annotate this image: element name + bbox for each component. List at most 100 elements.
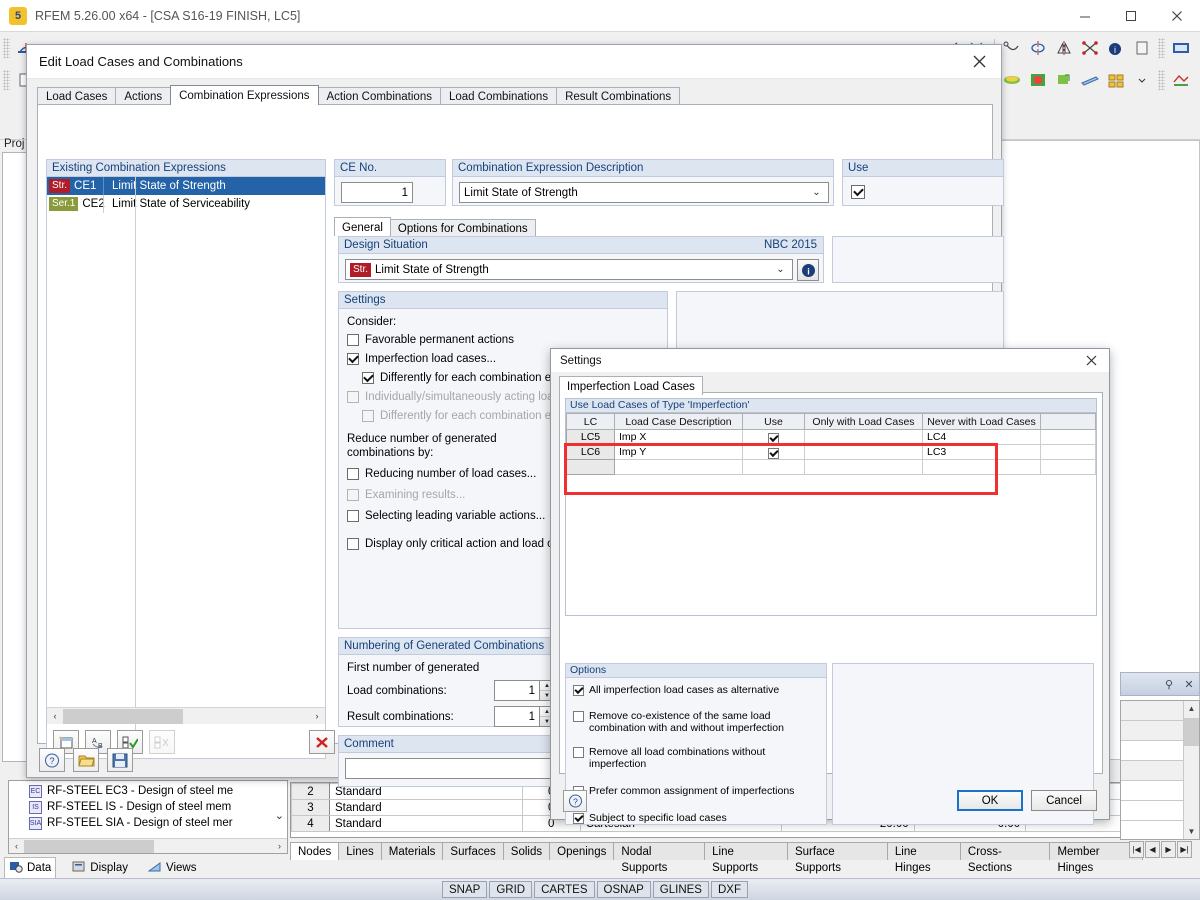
col-load-case-description[interactable]: Load Case Description bbox=[615, 414, 743, 430]
tree-item-1[interactable]: IS RF-STEEL IS - Design of steel mem bbox=[9, 799, 287, 815]
checkbox-box[interactable] bbox=[347, 538, 359, 550]
checkbox-box[interactable] bbox=[362, 372, 374, 384]
scroll-down-icon[interactable]: ▼ bbox=[1184, 824, 1199, 839]
datatab-surface-supports[interactable]: Surface Supports bbox=[787, 842, 888, 860]
row-type[interactable]: Standard bbox=[330, 800, 523, 816]
curve-node-icon[interactable] bbox=[1000, 37, 1024, 59]
close-icon[interactable] bbox=[957, 45, 1001, 79]
chevron-down-icon[interactable]: ⌄ bbox=[773, 264, 788, 275]
tree-scroll-down-icon[interactable]: ⌄ bbox=[275, 809, 284, 822]
option-remove-all-without-imperfection[interactable]: Remove all load combinations without imp… bbox=[573, 746, 819, 770]
list-item[interactable]: Ser.1 CE2 Limit State of Serviceability bbox=[47, 195, 325, 213]
first-record-icon[interactable]: |◀ bbox=[1129, 841, 1144, 858]
checkbox-favorable-permanent-actions[interactable]: Favorable permanent actions bbox=[347, 334, 661, 346]
prev-record-icon[interactable]: ◀ bbox=[1145, 841, 1160, 858]
clipboard-icon[interactable] bbox=[1130, 37, 1154, 59]
help-icon[interactable]: ? bbox=[39, 748, 65, 772]
status-osnap[interactable]: OSNAP bbox=[597, 881, 651, 898]
status-dxf[interactable]: DXF bbox=[711, 881, 748, 898]
help-icon[interactable]: ? bbox=[563, 790, 587, 812]
diagram-icon[interactable] bbox=[1169, 69, 1193, 91]
tab-combination-expressions[interactable]: Combination Expressions bbox=[170, 85, 318, 105]
next-record-icon[interactable]: ▶ bbox=[1161, 841, 1176, 858]
panels-icon[interactable] bbox=[1104, 69, 1128, 91]
folder-open-icon[interactable] bbox=[73, 748, 99, 772]
scroll-right-icon[interactable]: › bbox=[309, 709, 325, 724]
col-use[interactable]: Use bbox=[743, 414, 805, 430]
option-all-imperfection-as-alternative[interactable]: All imperfection load cases as alternati… bbox=[573, 684, 819, 696]
col-lc[interactable]: LC bbox=[567, 414, 615, 430]
design-situation-combobox[interactable]: Str. Limit State of Strength ⌄ bbox=[345, 259, 793, 280]
last-record-icon[interactable]: ▶| bbox=[1177, 841, 1192, 858]
datatab-surfaces[interactable]: Surfaces bbox=[442, 842, 503, 860]
result-table-icon[interactable] bbox=[1169, 37, 1193, 59]
checkbox-box[interactable] bbox=[573, 747, 584, 758]
result-combinations-input[interactable]: 1 bbox=[494, 706, 540, 727]
status-grid[interactable]: GRID bbox=[489, 881, 532, 898]
status-glines[interactable]: GLINES bbox=[653, 881, 709, 898]
subtab-general[interactable]: General bbox=[334, 217, 391, 236]
tab-action-combinations[interactable]: Action Combinations bbox=[318, 87, 441, 105]
datatab-materials[interactable]: Materials bbox=[381, 842, 444, 860]
datatab-nodes[interactable]: Nodes bbox=[290, 842, 339, 860]
toolbar-grip-4[interactable] bbox=[1158, 70, 1165, 90]
datatab-openings[interactable]: Openings bbox=[549, 842, 614, 860]
checkbox-box[interactable] bbox=[347, 468, 359, 480]
info-circle-icon[interactable]: i bbox=[1104, 37, 1128, 59]
checkbox-box[interactable] bbox=[573, 685, 584, 696]
checkbox-box[interactable] bbox=[347, 353, 359, 365]
close-icon[interactable]: ✕ bbox=[1179, 674, 1199, 694]
tab-actions[interactable]: Actions bbox=[115, 87, 171, 105]
close-icon[interactable] bbox=[1073, 349, 1109, 372]
scroll-right-icon[interactable]: › bbox=[272, 840, 287, 853]
scroll-thumb[interactable] bbox=[63, 709, 183, 724]
tab-load-cases[interactable]: Load Cases bbox=[37, 87, 116, 105]
tab-data[interactable]: Data bbox=[4, 857, 56, 879]
tab-load-combinations[interactable]: Load Combinations bbox=[440, 87, 557, 105]
toolbar-grip[interactable] bbox=[3, 38, 10, 58]
checkbox-box[interactable] bbox=[347, 510, 359, 522]
datatab-lines[interactable]: Lines bbox=[338, 842, 382, 860]
col-only-with-load-cases[interactable]: Only with Load Cases bbox=[805, 414, 923, 430]
list-item[interactable]: Str. CE1 Limit State of Strength bbox=[47, 177, 325, 195]
scroll-left-icon[interactable]: ‹ bbox=[9, 840, 24, 853]
use-checkbox[interactable] bbox=[768, 433, 779, 444]
scroll-thumb[interactable] bbox=[24, 840, 154, 853]
tree-item-2[interactable]: SIA RF-STEEL SIA - Design of steel mer bbox=[9, 815, 287, 831]
deformation-icon[interactable] bbox=[1052, 69, 1076, 91]
col-never-with-load-cases[interactable]: Never with Load Cases bbox=[923, 414, 1041, 430]
datatab-cross-sections[interactable]: Cross-Sections bbox=[960, 842, 1051, 860]
datatab-solids[interactable]: Solids bbox=[503, 842, 550, 860]
section-icon[interactable] bbox=[1078, 69, 1102, 91]
pin-icon[interactable]: ⚲ bbox=[1159, 674, 1179, 694]
datatab-line-supports[interactable]: Line Supports bbox=[704, 842, 788, 860]
vertical-scrollbar[interactable]: ▲ ▼ bbox=[1183, 701, 1199, 839]
scroll-left-icon[interactable]: ‹ bbox=[47, 709, 63, 724]
close-icon[interactable] bbox=[1154, 0, 1200, 32]
tab-result-combinations[interactable]: Result Combinations bbox=[556, 87, 680, 105]
project-tree[interactable]: EC RF-STEEL EC3 - Design of steel me IS … bbox=[8, 780, 288, 854]
surface-color-icon[interactable] bbox=[1000, 69, 1024, 91]
minimize-icon[interactable] bbox=[1062, 0, 1108, 32]
load-combinations-input[interactable]: 1 bbox=[494, 680, 540, 701]
tree-item-0[interactable]: EC RF-STEEL EC3 - Design of steel me bbox=[9, 783, 287, 799]
option-remove-coexistence[interactable]: Remove co-existence of the same load com… bbox=[573, 710, 819, 734]
checkbox-box[interactable] bbox=[573, 711, 584, 722]
use-checkbox[interactable] bbox=[851, 185, 865, 199]
cancel-button[interactable]: Cancel bbox=[1031, 790, 1097, 811]
tab-views[interactable]: Views bbox=[144, 858, 200, 878]
tab-display[interactable]: Display bbox=[68, 858, 132, 878]
imperfection-load-cases-grid[interactable]: Use Load Cases of Type 'Imperfection' LC… bbox=[565, 398, 1097, 616]
chevron-down-icon[interactable]: ⌄ bbox=[809, 187, 824, 198]
info-icon[interactable]: i bbox=[797, 259, 819, 281]
checkbox-box[interactable] bbox=[347, 334, 359, 346]
chevron-down-icon[interactable] bbox=[1130, 69, 1154, 91]
scroll-up-icon[interactable]: ▲ bbox=[1184, 701, 1199, 716]
subtab-options-for-combinations[interactable]: Options for Combinations bbox=[390, 219, 536, 236]
toolbar-grip-3[interactable] bbox=[3, 70, 10, 90]
ce-no-input[interactable]: 1 bbox=[341, 182, 413, 203]
status-snap[interactable]: SNAP bbox=[442, 881, 487, 898]
description-combobox[interactable]: Limit State of Strength ⌄ bbox=[459, 182, 829, 203]
row-type[interactable]: Standard bbox=[330, 816, 523, 832]
solid-cube-icon[interactable] bbox=[1026, 69, 1050, 91]
